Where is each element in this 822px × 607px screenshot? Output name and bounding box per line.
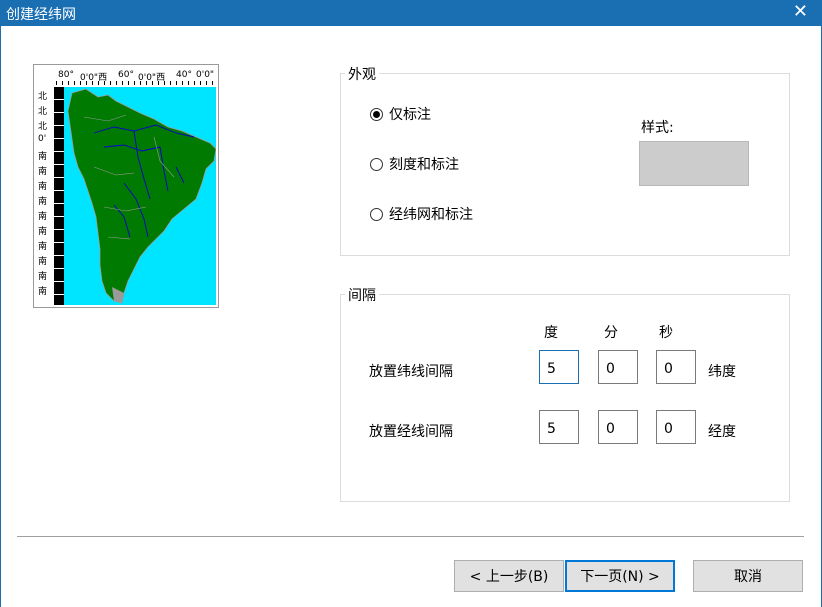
preview-scale-strip (54, 87, 64, 305)
radio-ticks-and-labels[interactable]: 刻度和标注 (370, 154, 459, 174)
preview-top-label: 80° (58, 70, 74, 80)
preview-left-label: 北 (38, 92, 48, 102)
col-header-seconds: 秒 (659, 325, 673, 341)
preview-left-label: 南 (38, 257, 48, 267)
longitude-minutes-input[interactable] (598, 410, 638, 444)
appearance-legend: 外观 (345, 64, 379, 84)
preview-left-label: 南 (38, 182, 48, 192)
interval-group (340, 294, 790, 502)
close-icon[interactable]: ✕ (793, 2, 808, 22)
style-swatch-button[interactable] (639, 141, 749, 186)
preview-left-label: 北 (38, 107, 48, 117)
footer-separator (17, 536, 804, 538)
latitude-unit-label: 纬度 (708, 364, 736, 380)
preview-top-label: 60° (118, 70, 134, 80)
preview-left-label: 南 (38, 212, 48, 222)
preview-left-label: 南 (38, 227, 48, 237)
radio-labels-only[interactable]: 仅标注 (370, 104, 431, 124)
preview-tick-bar (56, 81, 218, 85)
preview-top-label: 0'0" (196, 70, 215, 80)
preview-left-label: 南 (38, 197, 48, 207)
preview-left-label: 南 (38, 167, 48, 177)
latitude-degrees-input[interactable] (539, 350, 579, 384)
longitude-interval-label: 放置经线间隔 (369, 424, 453, 440)
window-frame-left (0, 26, 1, 607)
graticule-preview: 80° 0'0"西 60° 0'0"西 40° 0'0" 北 北 北 0' 南 … (33, 64, 219, 308)
preview-left-labels: 北 北 北 0' 南 南 南 南 南 南 南 南 南 南 (34, 87, 54, 307)
preview-top-label: 40° (176, 70, 192, 80)
style-label: 样式: (641, 120, 674, 136)
preview-left-label: 0' (38, 134, 47, 144)
col-header-degrees: 度 (544, 325, 558, 341)
window-title: 创建经纬网 (6, 7, 76, 23)
radio-button[interactable] (370, 157, 383, 171)
next-button[interactable]: 下一页(N) > (565, 560, 675, 592)
radio-label: 仅标注 (389, 107, 431, 123)
back-button[interactable]: < 上一步(B) (454, 560, 564, 592)
latitude-interval-label: 放置纬线间隔 (369, 364, 453, 380)
preview-left-label: 北 (38, 122, 48, 132)
south-america-map (67, 88, 216, 304)
continent-shape (67, 88, 216, 304)
latitude-seconds-input[interactable] (656, 350, 696, 384)
longitude-degrees-input[interactable] (539, 410, 579, 444)
preview-left-label: 南 (38, 242, 48, 252)
radio-label: 经纬网和标注 (389, 207, 473, 223)
radio-graticule-and-labels[interactable]: 经纬网和标注 (370, 204, 473, 224)
longitude-seconds-input[interactable] (656, 410, 696, 444)
title-bar: 创建经纬网 ✕ (0, 0, 822, 26)
preview-left-label: 南 (38, 272, 48, 282)
cancel-button[interactable]: 取消 (693, 560, 803, 592)
radio-button[interactable] (370, 207, 383, 221)
col-header-minutes: 分 (604, 325, 618, 341)
preview-left-label: 南 (38, 152, 48, 162)
interval-legend: 间隔 (345, 285, 379, 305)
radio-label: 刻度和标注 (389, 157, 459, 173)
preview-left-label: 南 (38, 287, 48, 297)
latitude-minutes-input[interactable] (598, 350, 638, 384)
longitude-unit-label: 经度 (708, 424, 736, 440)
radio-button[interactable] (370, 107, 383, 121)
